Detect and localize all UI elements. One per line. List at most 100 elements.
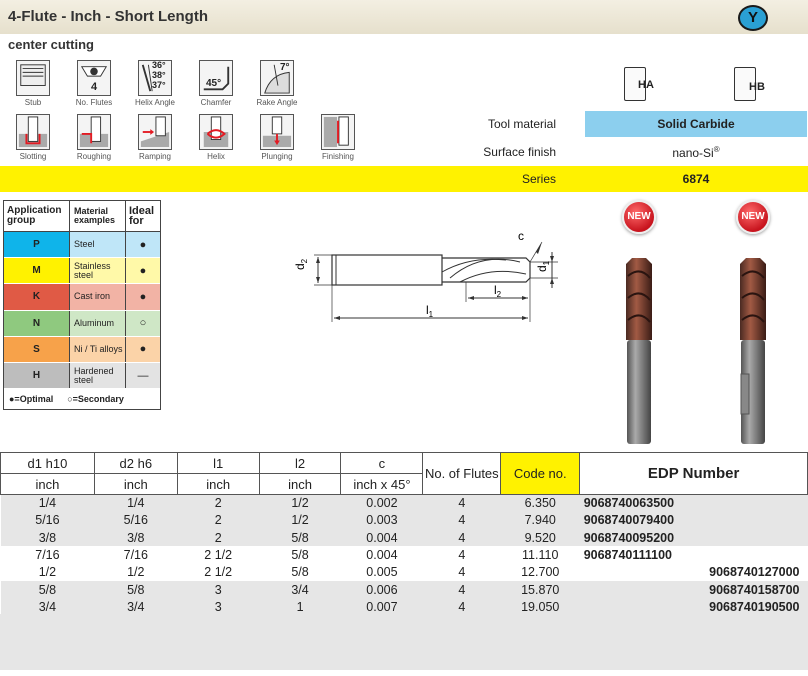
material-example: Steel xyxy=(70,232,126,258)
cell-edp: 9068740079400 xyxy=(579,511,808,530)
slotting-icon xyxy=(16,114,50,150)
cell-flutes: 4 xyxy=(458,548,466,563)
col-code: Code no. xyxy=(500,452,581,495)
cell-d1: 3/4 xyxy=(0,598,95,616)
material-example: Stainless steel xyxy=(70,258,126,284)
application-row: S Ni / Ti alloys ● xyxy=(4,336,160,363)
cell-l1: 2 xyxy=(177,494,260,512)
feature-roughing: Roughing xyxy=(67,114,121,164)
col-d1: d1 h10 xyxy=(0,452,95,474)
cell-d2: 7/16 xyxy=(123,548,148,563)
cell-edp: 9068740158700 xyxy=(579,580,808,599)
cell-edp: 9068740063500 xyxy=(579,494,808,512)
cell-d2: 1/2 xyxy=(127,565,145,580)
cell-d1: 5/16 xyxy=(0,511,95,530)
shank-hb-label: HB xyxy=(749,81,765,93)
cell-edp: 9068740095200 xyxy=(579,529,808,547)
application-group: P xyxy=(4,232,70,258)
col-c: c xyxy=(340,452,424,474)
application-row: M Stainless steel ● xyxy=(4,258,160,285)
series-label: Series xyxy=(521,172,556,186)
page-title: 4-Flute - Inch - Short Length xyxy=(8,8,208,25)
application-row: K Cast iron ● xyxy=(4,284,160,311)
col-edp: EDP Number xyxy=(579,452,808,495)
tool-material-value: Solid Carbide xyxy=(657,117,735,131)
table-row: 1/4 1/4 2 1/2 0.002 4 6.350 9068740063500 xyxy=(0,494,808,512)
application-table: Application group Material examples Idea… xyxy=(3,200,161,411)
application-group: S xyxy=(4,336,70,362)
cell-d1: 3/8 xyxy=(0,529,95,547)
material-example: Aluminum xyxy=(70,310,126,336)
cell-flutes: 4 xyxy=(422,580,501,599)
cell-l1: 2 xyxy=(177,511,260,530)
application-table-header: Application group Material examples Idea… xyxy=(4,201,160,232)
application-table-body: P Steel ● M Stainless steel ● K Cast iron ● N Alum… xyxy=(4,232,160,390)
stub-icon xyxy=(16,60,50,96)
feature-helix: Helix xyxy=(189,114,243,164)
material-example: Hardened steel xyxy=(70,362,126,389)
surface-finish-value: nano-Si® xyxy=(672,145,720,160)
application-group: K xyxy=(4,284,70,310)
cell-code: 7.940 xyxy=(500,511,580,530)
table-tail-band xyxy=(0,614,808,670)
helix-icon xyxy=(199,114,233,150)
cell-l2: 5/8 xyxy=(259,529,341,547)
cell-d2: 5/16 xyxy=(94,511,178,530)
cell-d1: 1/2 xyxy=(38,565,57,580)
cell-flutes: 4 xyxy=(458,565,466,580)
new-badge-ha: NEW xyxy=(622,200,656,234)
cell-d2: 1/4 xyxy=(94,494,178,512)
ideal-marker: ● xyxy=(126,284,160,310)
ramping-icon xyxy=(138,114,172,150)
cell-l2: 1 xyxy=(259,598,341,616)
application-group: N xyxy=(4,310,70,336)
table-row: 3/8 3/8 2 5/8 0.004 4 9.520 9068740095200 xyxy=(0,529,808,547)
cell-d2: 3/4 xyxy=(94,598,178,616)
cell-flutes: 4 xyxy=(422,494,501,512)
cell-c: 0.002 xyxy=(340,494,423,512)
flutes-count: 4 xyxy=(91,81,98,93)
table-row: 3/4 3/4 3 1 0.007 4 19.050 9068740190500 xyxy=(0,598,808,616)
col-flutes: No. of Flutes xyxy=(422,452,502,495)
cell-c: 0.005 xyxy=(366,565,398,580)
application-row: N Aluminum ○ xyxy=(4,310,160,337)
cell-edp: 9068740111100 xyxy=(583,548,672,563)
cell-l2: 5/8 xyxy=(291,548,309,563)
cell-d1: 5/8 xyxy=(0,580,95,599)
col-d2: d2 h6 xyxy=(93,452,178,474)
cell-edp: 9068740190500 xyxy=(579,598,808,616)
product-table-body: 1/4 1/4 2 1/2 0.002 4 6.350 9068740063500 5/16 5/… xyxy=(0,494,808,616)
table-row: 5/16 5/16 2 1/2 0.003 4 7.940 9068740079400 xyxy=(0,511,808,530)
svg-text:c: c xyxy=(518,229,524,243)
new-badge-hb: NEW xyxy=(736,200,770,234)
cell-flutes: 4 xyxy=(422,529,501,547)
table-header-row: d1 h10 d2 h6 l1 l2 c No. of Flutes Code … xyxy=(0,452,808,495)
cell-d2: 5/8 xyxy=(94,580,178,599)
application-group: M xyxy=(4,258,70,284)
cell-l1: 3 xyxy=(177,580,260,599)
feature-chamfer: 45° Chamfer xyxy=(189,60,243,110)
material-example: Cast iron xyxy=(70,284,126,310)
cell-code: 6.350 xyxy=(500,494,580,512)
end-mill-hb-image xyxy=(740,258,766,444)
cell-l2: 1/2 xyxy=(259,494,341,512)
feature-helix-angle: 36° 38° 37° Helix Angle xyxy=(134,60,176,107)
ideal-marker: ● xyxy=(126,258,160,284)
shank-ha-label: HA xyxy=(638,79,654,91)
cell-l1: 3 xyxy=(177,598,260,616)
cell-edp: 9068740127000 xyxy=(709,565,800,580)
registered-mark: ® xyxy=(713,145,720,154)
cell-code: 12.700 xyxy=(521,565,560,580)
product-table: d1 h10 d2 h6 l1 l2 c No. of Flutes Code … xyxy=(0,452,808,616)
end-mill-ha-image xyxy=(626,258,652,444)
application-legend: ●=Optimal ○=Secondary xyxy=(9,394,124,405)
ideal-marker: — xyxy=(126,362,160,389)
cell-c: 0.007 xyxy=(340,598,423,616)
ideal-marker: ● xyxy=(126,232,160,258)
feature-slotting: Slotting xyxy=(6,114,60,164)
finishing-icon xyxy=(321,114,355,150)
feature-stub: Stub xyxy=(6,60,60,110)
application-group: H xyxy=(4,362,70,389)
cell-l2: 5/8 xyxy=(291,565,309,580)
ideal-marker: ○ xyxy=(126,310,160,336)
